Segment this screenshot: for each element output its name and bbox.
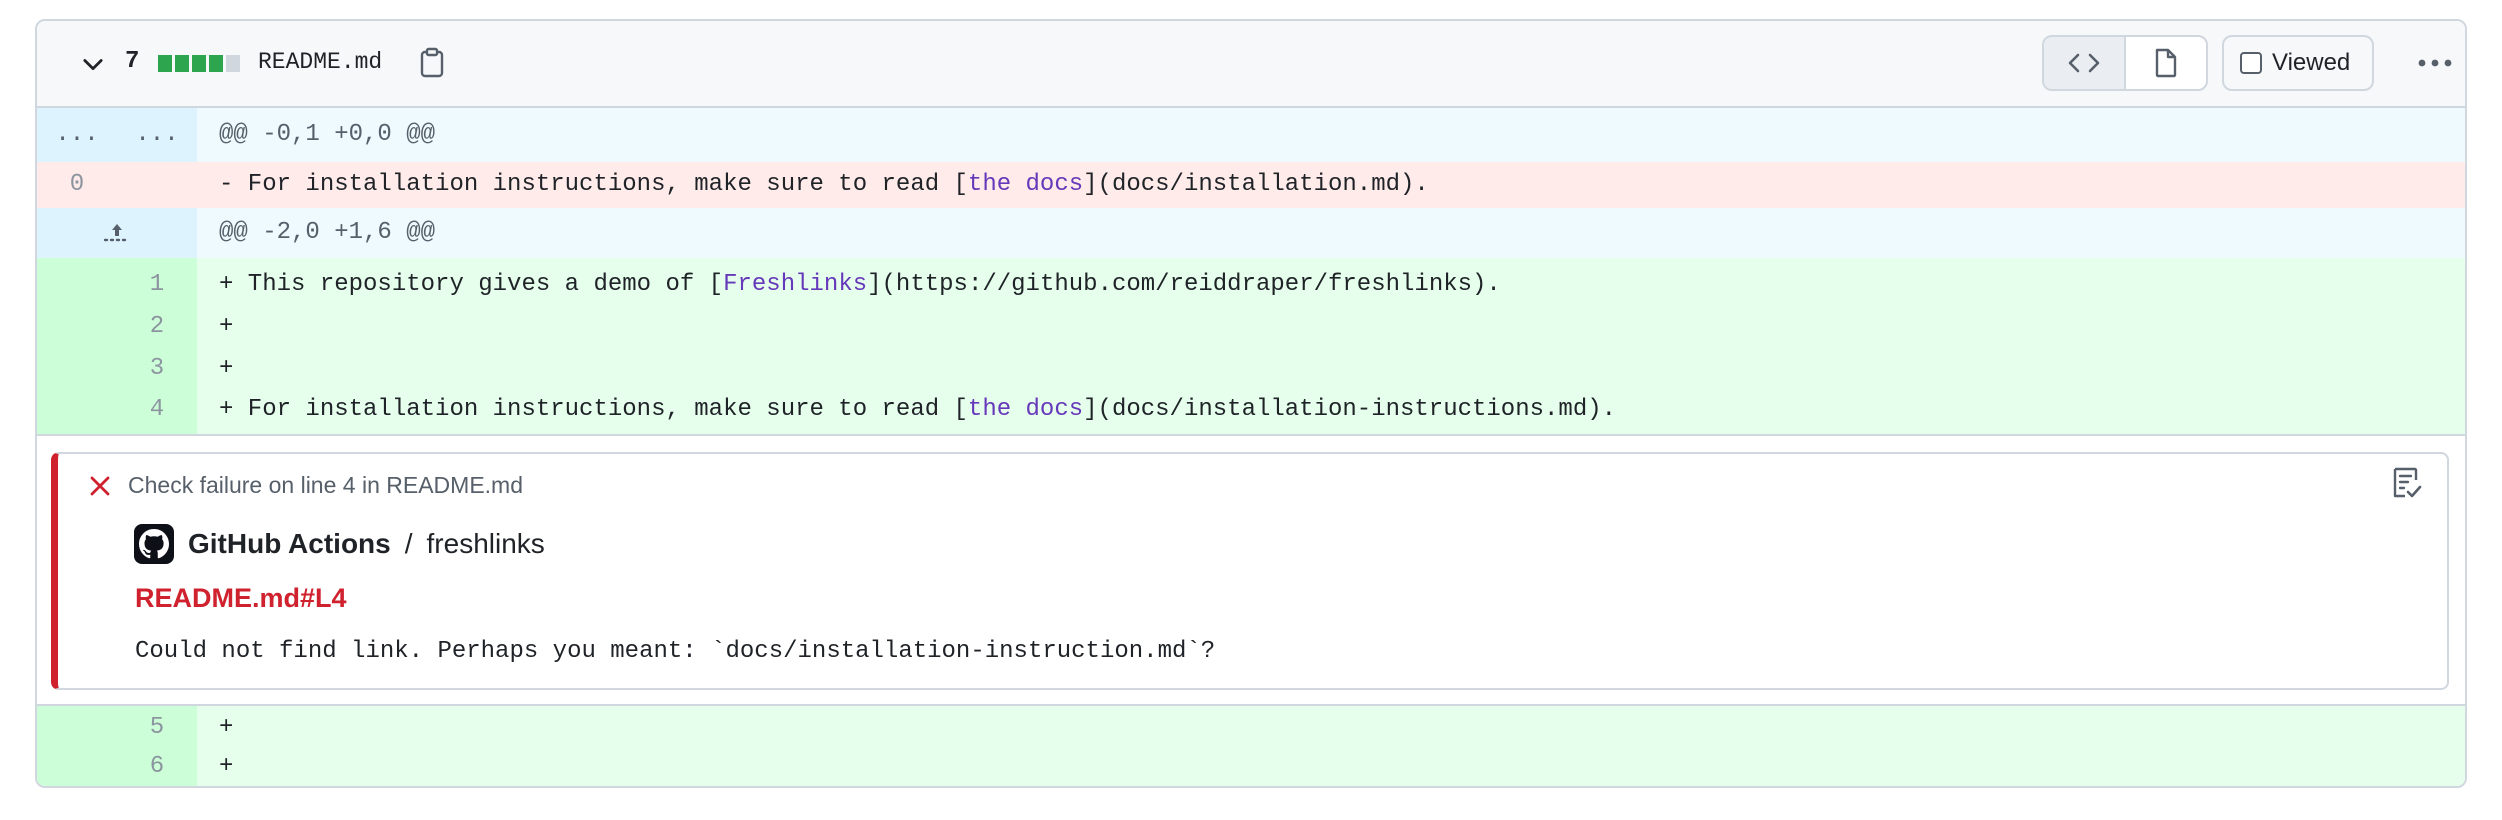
- diffstat-block: [158, 55, 172, 72]
- added-line: 2 +: [37, 306, 2465, 348]
- line-code: +: [197, 747, 2465, 786]
- chevron-down-icon[interactable]: [79, 50, 107, 78]
- diffstat-block: [209, 55, 223, 72]
- deleted-line: 0 - For installation instructions, make …: [37, 162, 2465, 208]
- diffstat-block: [192, 55, 206, 72]
- check-annotation-row: Check failure on line 4 in README.md Git…: [37, 434, 2465, 706]
- diffstat-block: [175, 55, 189, 72]
- github-logo-icon: [134, 524, 174, 564]
- code-text: ](docs/installation.md).: [1083, 171, 1429, 198]
- view-toggle-group: [2042, 35, 2208, 91]
- added-line: 4 + For installation instructions, make …: [37, 390, 2465, 434]
- annotation-title: Check failure on line 4 in README.md: [128, 472, 523, 498]
- copy-icon[interactable]: [417, 47, 447, 79]
- file-view-button[interactable]: [2126, 37, 2206, 89]
- added-line: 5 +: [37, 706, 2465, 747]
- viewed-checkbox[interactable]: [2240, 52, 2262, 74]
- line-code: - For installation instructions, make su…: [197, 162, 2465, 208]
- added-line: 6 +: [37, 747, 2465, 786]
- code-view-button[interactable]: [2044, 37, 2126, 89]
- annotation-header: Check failure on line 4 in README.md: [88, 472, 523, 499]
- line-number[interactable]: 1: [117, 258, 197, 306]
- line-number[interactable]: 4: [117, 390, 197, 434]
- line-code: +: [197, 348, 2465, 390]
- annotation-source: GitHub Actions / freshlinks: [134, 524, 545, 564]
- code-icon: [2068, 53, 2100, 73]
- kebab-horizontal-icon[interactable]: [2415, 45, 2455, 81]
- line-number[interactable]: 0: [37, 162, 117, 208]
- viewed-toggle[interactable]: Viewed: [2222, 35, 2374, 91]
- expand-marker-new[interactable]: ...: [117, 108, 197, 162]
- code-link-text: the docs: [967, 171, 1084, 198]
- added-line: 3 +: [37, 348, 2465, 390]
- code-text: - For installation instructions, make su…: [219, 171, 968, 198]
- hunk-header-text: @@ -2,0 +1,6 @@: [197, 208, 2465, 258]
- annotation-message: Could not find link. Perhaps you meant: …: [135, 638, 1216, 665]
- hunk-header: ... ... @@ -0,1 +0,0 @@: [37, 108, 2465, 162]
- annotation-app-name[interactable]: GitHub Actions: [188, 528, 391, 560]
- annotation-file-link[interactable]: README.md#L4: [135, 583, 347, 614]
- added-line: 1 + This repository gives a demo of [Fre…: [37, 258, 2465, 306]
- line-number[interactable]: 3: [117, 348, 197, 390]
- diffstat-block: [226, 55, 240, 72]
- line-number[interactable]: 2: [117, 306, 197, 348]
- expand-marker-old[interactable]: ...: [37, 108, 117, 162]
- changes-count: 7: [125, 48, 140, 75]
- code-text: ](https://github.com/reiddraper/freshlin…: [867, 271, 1501, 298]
- check-annotation: Check failure on line 4 in README.md Git…: [51, 452, 2449, 690]
- hunk-header-text: @@ -0,1 +0,0 @@: [197, 108, 2465, 162]
- annotation-repo[interactable]: freshlinks: [427, 528, 545, 560]
- code-text: + This repository gives a demo of [: [219, 271, 724, 298]
- file-icon: [2155, 48, 2177, 78]
- x-icon: [90, 476, 110, 495]
- hunk-header: @@ -2,0 +1,6 @@: [37, 208, 2465, 258]
- line-number[interactable]: 6: [117, 747, 197, 786]
- file-name[interactable]: README.md: [258, 49, 382, 75]
- line-code: + This repository gives a demo of [Fresh…: [197, 258, 2465, 306]
- checklist-icon[interactable]: [2391, 466, 2423, 500]
- code-link-text: the docs: [967, 396, 1084, 423]
- line-number[interactable]: 5: [117, 706, 197, 747]
- expand-up-icon[interactable]: [101, 220, 133, 246]
- code-text: + For installation instructions, make su…: [219, 396, 968, 423]
- file-header: 7 README.md Viewed: [37, 21, 2465, 108]
- code-text: ](docs/installation-instructions.md).: [1083, 396, 1617, 423]
- line-code: +: [197, 706, 2465, 747]
- code-link-text: Freshlinks: [723, 271, 868, 298]
- viewed-label: Viewed: [2272, 49, 2351, 76]
- diff-file-card: 7 README.md Viewed ... ... @@ -0,1 +0,0 …: [35, 19, 2467, 788]
- diffstat: [158, 55, 240, 72]
- line-code: +: [197, 306, 2465, 348]
- line-code: + For installation instructions, make su…: [197, 390, 2465, 434]
- annotation-separator: /: [404, 528, 413, 559]
